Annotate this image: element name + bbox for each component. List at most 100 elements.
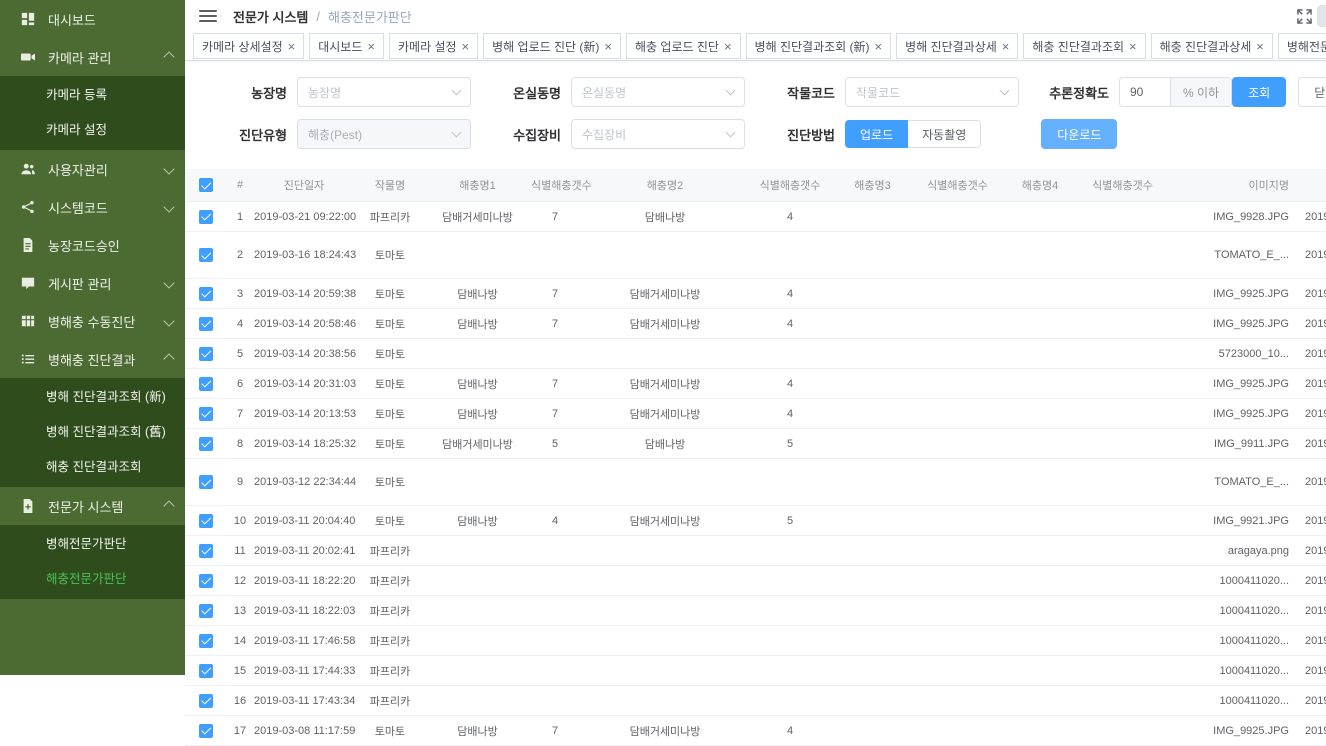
close-icon[interactable]: × bbox=[462, 40, 470, 53]
close-icon[interactable]: × bbox=[1256, 40, 1264, 53]
row-checkbox[interactable] bbox=[199, 694, 213, 708]
sidebar-submenu: 병해 진단결과조회 (新)병해 진단결과조회 (舊)해충 진단결과조회 bbox=[0, 378, 185, 487]
close-icon[interactable]: × bbox=[1129, 40, 1137, 53]
cell: 4 bbox=[750, 279, 830, 309]
row-checkbox[interactable] bbox=[199, 724, 213, 738]
close-icon[interactable]: × bbox=[604, 40, 612, 53]
cell: 파프리카 bbox=[355, 202, 425, 232]
column-header[interactable]: 식별해충갯수 bbox=[750, 169, 830, 202]
farm-name-select[interactable]: 농장명 bbox=[297, 77, 471, 107]
crop-code-select[interactable]: 작물코드 bbox=[845, 77, 1019, 107]
avatar[interactable] bbox=[1317, 5, 1326, 27]
row-checkbox[interactable] bbox=[199, 377, 213, 391]
sidebar-subitem[interactable]: 카메라 설정 bbox=[0, 113, 185, 148]
row-checkbox[interactable] bbox=[199, 604, 213, 618]
row-checkbox[interactable] bbox=[199, 544, 213, 558]
row-checkbox[interactable] bbox=[199, 287, 213, 301]
cell: 토마토 bbox=[355, 279, 425, 309]
column-header[interactable]: 해충명2 bbox=[580, 169, 750, 202]
search-button[interactable]: 조회 bbox=[1232, 77, 1286, 107]
sidebar-subitem[interactable]: 해충 진단결과조회 bbox=[0, 450, 185, 485]
cell: 2019-03-11 17:46:58 bbox=[253, 626, 355, 656]
close-button[interactable]: 닫기 bbox=[1298, 77, 1326, 107]
close-icon[interactable]: × bbox=[724, 40, 732, 53]
sidebar-subitem[interactable]: 병해전문가판단 bbox=[0, 527, 185, 562]
fullscreen-icon[interactable] bbox=[1297, 9, 1312, 24]
table-row: 72019-03-14 20:13:53토마토담배나방7담배거세미나방4IMG_… bbox=[185, 399, 1326, 429]
row-checkbox[interactable] bbox=[199, 317, 213, 331]
column-header[interactable]: 해충명3 bbox=[830, 169, 915, 202]
sidebar-item[interactable]: 게시판 관리 bbox=[0, 264, 185, 302]
cell: 2019 bbox=[1295, 459, 1326, 506]
row-checkbox[interactable] bbox=[199, 514, 213, 528]
breadcrumb-section[interactable]: 전문가 시스템 bbox=[233, 7, 308, 26]
row-checkbox[interactable] bbox=[199, 475, 213, 489]
sidebar-subitem[interactable]: 카메라 등록 bbox=[0, 78, 185, 113]
tab[interactable]: 해충 진단결과상세× bbox=[1151, 33, 1273, 59]
sidebar-item[interactable]: 농장코드승인 bbox=[0, 226, 185, 264]
crop-code-label: 작물코드 bbox=[771, 83, 835, 102]
cell bbox=[425, 656, 530, 686]
tab-label: 병해 업로드 진단 (新) bbox=[492, 38, 599, 55]
cell: 6 bbox=[227, 369, 253, 399]
column-header[interactable]: 식별해충갯수 bbox=[915, 169, 1000, 202]
sidebar-item[interactable]: 카메라 관리 bbox=[0, 38, 185, 76]
tab[interactable]: 해충 진단결과조회× bbox=[1023, 33, 1145, 59]
row-checkbox[interactable] bbox=[199, 437, 213, 451]
cell bbox=[1080, 309, 1165, 339]
column-header[interactable]: 이미지명 bbox=[1165, 169, 1295, 202]
tab[interactable]: 카메라 상세설정× bbox=[193, 33, 304, 59]
download-button[interactable]: 다운로드 bbox=[1041, 119, 1117, 149]
sidebar-item[interactable]: 병해충 수동진단 bbox=[0, 302, 185, 340]
sidebar-item[interactable]: 대시보드 bbox=[0, 0, 185, 38]
column-header[interactable]: 진단일자 bbox=[253, 169, 355, 202]
sidebar-subitem[interactable]: 병해 진단결과조회 (舊) bbox=[0, 415, 185, 450]
sidebar-subitem[interactable]: 병해 진단결과조회 (新) bbox=[0, 380, 185, 415]
close-icon[interactable]: × bbox=[1002, 40, 1010, 53]
sidebar-item[interactable]: 전문가 시스템 bbox=[0, 487, 185, 525]
device-select[interactable]: 수집장비 bbox=[571, 119, 745, 149]
close-icon[interactable]: × bbox=[875, 40, 883, 53]
sidebar-item[interactable]: 시스템코드 bbox=[0, 188, 185, 226]
row-checkbox[interactable] bbox=[199, 407, 213, 421]
column-header[interactable]: 해충명4 bbox=[1000, 169, 1080, 202]
column-header[interactable]: 해충명1 bbox=[425, 169, 530, 202]
column-header[interactable]: 식별해충갯수 bbox=[530, 169, 580, 202]
column-header[interactable] bbox=[1295, 169, 1326, 202]
close-icon[interactable]: × bbox=[367, 40, 375, 53]
greenhouse-label: 온실동명 bbox=[497, 83, 561, 102]
sidebar-item[interactable]: 병해충 진단결과 bbox=[0, 340, 185, 378]
auto-capture-toggle-button[interactable]: 자동촬영 bbox=[908, 120, 981, 148]
tab[interactable]: 해충 업로드 진단× bbox=[626, 33, 741, 59]
cell: IMG_9925.JPG bbox=[1165, 399, 1295, 429]
greenhouse-select[interactable]: 온실동명 bbox=[571, 77, 745, 107]
row-checkbox[interactable] bbox=[199, 210, 213, 224]
hamburger-menu-icon[interactable] bbox=[199, 10, 217, 22]
tab[interactable]: 대시보드× bbox=[309, 33, 384, 59]
sidebar-subitem[interactable]: 해충전문가판단 bbox=[0, 562, 185, 597]
table-row: 152019-03-11 17:44:33파프리카1000411020...20… bbox=[185, 656, 1326, 686]
upload-toggle-button[interactable]: 업로드 bbox=[845, 120, 908, 148]
column-header[interactable]: # bbox=[227, 169, 253, 202]
diagnosis-type-select[interactable]: 해충(Pest) bbox=[297, 119, 471, 149]
select-all-checkbox[interactable] bbox=[199, 178, 213, 192]
tab[interactable]: 카메라 설정× bbox=[389, 33, 478, 59]
column-header[interactable]: 작물명 bbox=[355, 169, 425, 202]
tab[interactable]: 병해 업로드 진단 (新) × bbox=[483, 33, 621, 59]
row-checkbox[interactable] bbox=[199, 664, 213, 678]
row-checkbox[interactable] bbox=[199, 634, 213, 648]
close-icon[interactable]: × bbox=[288, 40, 296, 53]
chevron-up-icon bbox=[163, 51, 174, 62]
row-checkbox[interactable] bbox=[199, 574, 213, 588]
sidebar-item[interactable]: 사용자관리 bbox=[0, 150, 185, 188]
cell bbox=[915, 716, 1000, 746]
tab[interactable]: 병해 진단결과조회 (新)× bbox=[746, 33, 892, 59]
row-checkbox[interactable] bbox=[199, 248, 213, 262]
accuracy-input[interactable]: 90 bbox=[1120, 78, 1170, 106]
column-header[interactable]: 식별해충갯수 bbox=[1080, 169, 1165, 202]
cell: IMG_9925.JPG bbox=[1165, 716, 1295, 746]
cell: 7 bbox=[530, 399, 580, 429]
tab[interactable]: 병해전문가판단× bbox=[1278, 33, 1326, 59]
tab[interactable]: 병해 진단결과상세× bbox=[896, 33, 1018, 59]
row-checkbox[interactable] bbox=[199, 347, 213, 361]
